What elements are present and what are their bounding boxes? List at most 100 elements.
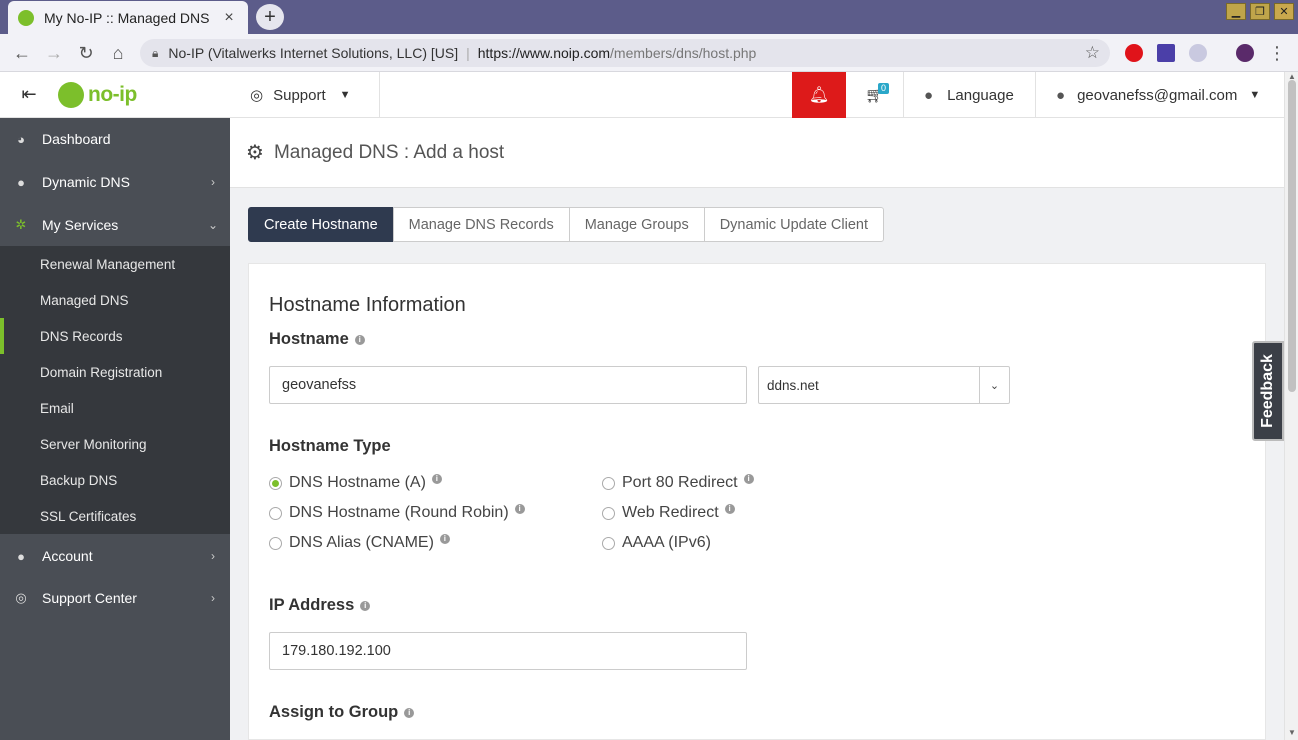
page-title: Managed DNS : Add a host — [273, 141, 505, 163]
radio-label: DNS Hostname (Round Robin) — [289, 504, 509, 521]
chevron-down-icon[interactable]: ⌄ — [979, 367, 1009, 403]
address-bar[interactable]: 🔒︎ No-IP (Vitalwerks Internet Solutions,… — [140, 39, 1110, 67]
sidebar-subitem-domain-registration[interactable]: Domain Registration — [0, 354, 230, 390]
new-tab-button[interactable]: + — [256, 4, 284, 30]
lock-icon: 🔒︎ — [152, 45, 159, 60]
info-icon[interactable]: i — [360, 600, 371, 611]
sidebar-subitem-backup-dns[interactable]: Backup DNS — [0, 462, 230, 498]
ip-address-label-text: IP Address — [269, 596, 355, 614]
radio-selected[interactable] — [269, 476, 282, 490]
sidebar-item-account[interactable]: ● Account › — [0, 535, 230, 577]
hostname-label-text: Hostname — [269, 330, 349, 348]
radio-unselected[interactable] — [269, 506, 282, 520]
gear-icon: ✲ — [15, 217, 27, 232]
radio-dns-hostname-round-robin[interactable]: DNS Hostname (Round Robin) i — [269, 504, 525, 522]
language-label: Language — [947, 86, 1014, 104]
reload-icon[interactable]: ↻ — [75, 42, 97, 64]
browser-menu-icon[interactable]: ⋮ — [1266, 42, 1288, 64]
ip-address-label: IP Address i — [269, 596, 371, 615]
chevron-down-icon: ▼ — [1249, 89, 1261, 101]
radio-unselected[interactable] — [602, 506, 615, 520]
tab-dynamic-update-client[interactable]: Dynamic Update Client — [703, 207, 884, 242]
sidebar-item-dynamic-dns[interactable]: ● Dynamic DNS › — [0, 161, 230, 203]
chevron-down-icon: ⌄ — [207, 218, 219, 232]
page-title-bar: ⚙︎ Managed DNS : Add a host — [230, 118, 1284, 188]
scrollbar-thumb[interactable] — [1288, 80, 1296, 392]
restore-icon[interactable]: ❐ — [1250, 3, 1270, 20]
radio-dns-alias-cname[interactable]: DNS Alias (CNAME) i — [269, 534, 450, 552]
bookmark-star-icon[interactable]: ☆ — [1085, 43, 1100, 63]
page-scrollbar[interactable]: ▲ ▼ — [1284, 72, 1298, 740]
sidebar-subitem-managed-dns[interactable]: Managed DNS — [0, 282, 230, 318]
sidebar-subitem-renewal-management[interactable]: Renewal Management — [0, 246, 230, 282]
minimize-icon[interactable]: ▁ — [1226, 3, 1246, 20]
sidebar-subitem-server-monitoring[interactable]: Server Monitoring — [0, 426, 230, 462]
browser-titlebar: My No-IP :: Managed DNS × + ▁ ❐ ✕ — [0, 0, 1298, 34]
radio-label: Web Redirect — [622, 504, 719, 521]
logo-mark — [58, 81, 84, 108]
close-tab-icon[interactable]: × — [220, 9, 238, 27]
profile-avatar[interactable] — [1236, 44, 1254, 62]
tab-create-hostname[interactable]: Create Hostname — [248, 207, 394, 242]
collapse-sidebar-icon[interactable]: ⇤ — [0, 84, 58, 105]
radio-port-80-redirect[interactable]: Port 80 Redirect i — [602, 474, 754, 492]
sidebar-item-label: Dashboard — [42, 131, 111, 147]
user-menu[interactable]: ● geovanefss@gmail.com ▼ — [1036, 72, 1284, 118]
assign-group-label: Assign to Group i — [269, 703, 415, 722]
assign-group-label-text: Assign to Group — [269, 703, 399, 721]
sidebar-subitem-dns-records[interactable]: DNS Records — [0, 318, 230, 354]
sidebar-item-label: Account — [42, 548, 93, 564]
support-dropdown[interactable]: ◎ Support ▼ — [230, 72, 380, 118]
radio-aaaa-ipv6[interactable]: AAAA (IPv6) — [602, 534, 711, 552]
bookmark-extension-icon[interactable] — [1157, 44, 1175, 62]
sidebar-item-dashboard[interactable]: ◕ Dashboard — [0, 118, 230, 160]
address-separator: | — [466, 45, 470, 61]
radio-label: Port 80 Redirect — [622, 474, 738, 491]
info-icon[interactable]: i — [743, 474, 754, 484]
hostname-form-card: Hostname Information Hostname i geovanef… — [248, 263, 1266, 740]
back-arrow-icon[interactable]: ← — [11, 42, 33, 64]
top-header: ◎ Support ▼ 🔔︎ 🛒︎ 0 ● Language ● geovane… — [230, 72, 1284, 118]
domain-select[interactable]: ddns.net ⌄ — [758, 366, 1010, 404]
info-icon[interactable]: i — [354, 334, 365, 345]
sidebar-item-support-center[interactable]: ◎ Support Center › — [0, 577, 230, 619]
info-icon[interactable]: i — [439, 534, 450, 544]
radio-web-redirect[interactable]: Web Redirect i — [602, 504, 735, 522]
opera-extension-icon[interactable] — [1125, 44, 1143, 62]
lifebuoy-icon: ◎ — [250, 87, 264, 104]
info-icon[interactable]: i — [724, 504, 735, 514]
forward-arrow-icon[interactable]: → — [43, 42, 65, 64]
site-org: No-IP (Vitalwerks Internet Solutions, LL… — [168, 45, 459, 61]
dashboard-icon: ◕ — [17, 131, 25, 147]
info-icon[interactable]: i — [404, 707, 415, 718]
radio-unselected[interactable] — [269, 536, 282, 550]
language-selector[interactable]: ● Language — [904, 72, 1036, 118]
sidebar-subitem-ssl-certificates[interactable]: SSL Certificates — [0, 498, 230, 534]
cart-button[interactable]: 🛒︎ 0 — [846, 72, 904, 118]
sidebar-item-my-services[interactable]: ✲ My Services ⌄ — [0, 204, 230, 246]
noip-logo[interactable]: no-ip — [58, 81, 137, 108]
radio-label: DNS Alias (CNAME) — [289, 534, 434, 551]
feedback-button[interactable]: Feedback — [1252, 341, 1284, 441]
browser-tab[interactable]: My No-IP :: Managed DNS × — [8, 1, 248, 34]
tab-manage-dns-records[interactable]: Manage DNS Records — [392, 207, 570, 242]
scroll-down-icon[interactable]: ▼ — [1288, 728, 1296, 737]
info-icon[interactable]: i — [514, 504, 525, 514]
window-close-icon[interactable]: ✕ — [1274, 3, 1294, 20]
domain-select-value: ddns.net — [767, 377, 819, 393]
react-extension-icon[interactable] — [1189, 44, 1207, 62]
home-icon[interactable]: ⌂ — [107, 42, 129, 64]
ip-address-input[interactable]: 179.180.192.100 — [269, 632, 747, 670]
radio-unselected[interactable] — [602, 536, 615, 550]
sidebar-subitem-email[interactable]: Email — [0, 390, 230, 426]
info-icon[interactable]: i — [431, 474, 442, 484]
noip-favicon-icon — [18, 9, 34, 26]
radio-unselected[interactable] — [602, 476, 615, 490]
logo-text: no-ip — [88, 82, 137, 106]
tab-manage-groups[interactable]: Manage Groups — [568, 207, 705, 242]
notifications-bell-icon[interactable]: 🔔︎ — [792, 72, 846, 118]
radio-dns-hostname-a[interactable]: DNS Hostname (A) i — [269, 474, 442, 492]
lifebuoy-icon: ◎ — [15, 590, 27, 605]
hostname-input[interactable]: geovanefss — [269, 366, 747, 404]
radio-label: AAAA (IPv6) — [622, 534, 711, 551]
